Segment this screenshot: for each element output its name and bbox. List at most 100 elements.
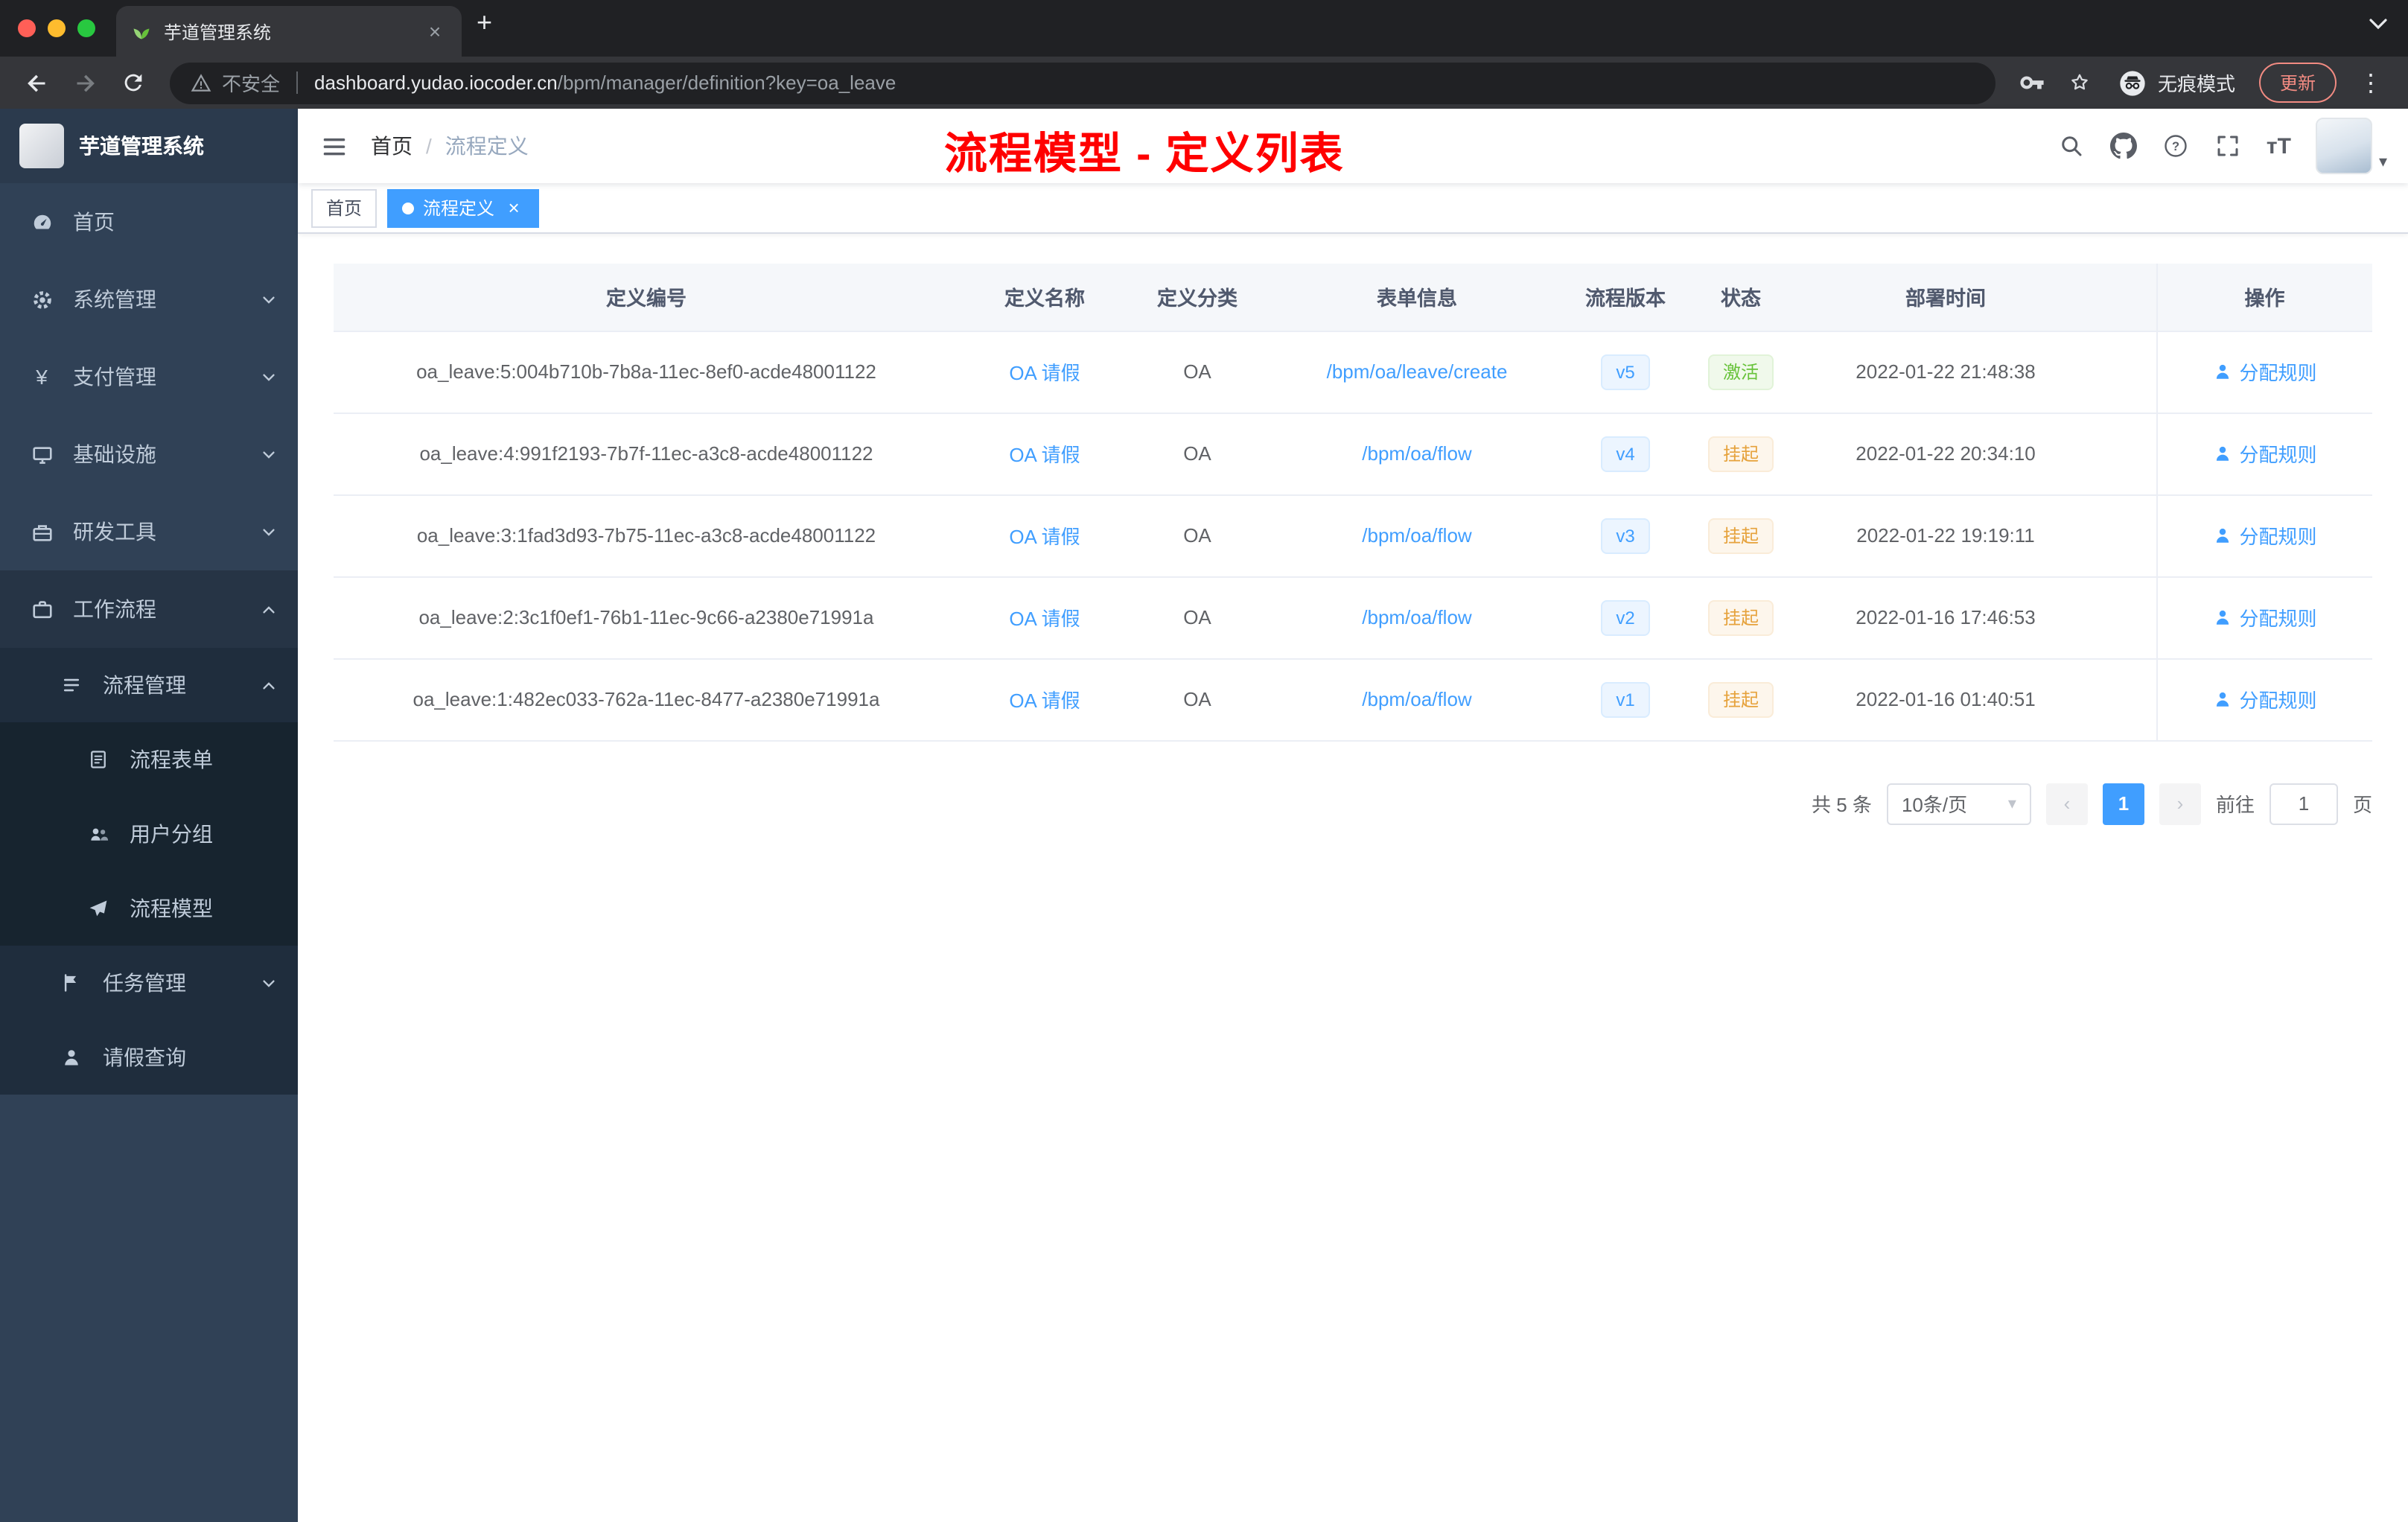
version-badge: v3 [1601,518,1650,553]
definition-id: oa_leave:1:482ec033-762a-11ec-8477-a2380… [413,688,880,710]
form-icon [86,748,110,771]
security-chip[interactable]: 不安全 [222,69,280,97]
font-size-icon[interactable]: тT [2267,133,2291,159]
key-icon [2021,76,2045,89]
search-icon[interactable] [2058,133,2085,159]
window-minimize-button[interactable] [48,19,66,37]
assign-rule-link[interactable]: 分配规则 [2212,685,2317,713]
sidebar-item-process-form[interactable]: 流程表单 [0,722,298,797]
user-avatar[interactable]: ▾ [2316,118,2387,174]
bookmark-star-button[interactable] [2058,62,2103,104]
user-icon [2216,692,2229,707]
active-dot [402,202,415,214]
column-header: 定义分类 [1130,264,1264,331]
user-icon [2216,528,2229,543]
column-header: 定义名称 [959,264,1130,331]
user-icon [2216,610,2229,625]
assign-rule-link[interactable]: 分配规则 [2212,357,2317,386]
form-link[interactable]: /bpm/oa/flow [1362,688,1471,710]
sidebar-item-leave-query[interactable]: 请假查询 [0,1020,298,1095]
assign-rule-link[interactable]: 分配规则 [2212,603,2317,631]
prev-page-button[interactable]: ‹ [2045,783,2088,824]
assign-rule-link[interactable]: 分配规则 [2212,439,2317,468]
sidebar-item-task-management[interactable]: 任务管理 [0,946,298,1020]
dashboard-icon [30,210,54,234]
window-zoom-button[interactable] [77,19,95,37]
forward-button[interactable] [63,62,107,104]
logo-avatar [19,124,64,168]
tags-view-bar: 首页 流程定义 × [298,183,2408,234]
flag-icon [60,971,83,995]
definition-name-link[interactable]: OA 请假 [1009,608,1080,630]
browser-menu-button[interactable]: ⋮ [2348,62,2393,104]
github-icon[interactable] [2109,133,2137,159]
tab-title: 芋道管理系统 [164,22,272,42]
chevron-up-icon [261,601,277,617]
incognito-icon [2120,70,2145,95]
definition-category: OA [1183,442,1211,465]
chevron-down-icon: ▾ [2378,153,2387,171]
favicon-icon [133,28,150,39]
hamburger-icon[interactable] [298,132,371,160]
form-link[interactable]: /bpm/oa/flow [1362,606,1471,628]
sidebar-item-system[interactable]: 系统管理 [0,261,298,338]
table-row: oa_leave:3:1fad3d93-7b75-11ec-a3c8-acde4… [334,494,2372,577]
tag-home[interactable]: 首页 [311,188,378,227]
chrome-update-button[interactable]: 更新 [2258,63,2337,103]
form-link[interactable]: /bpm/oa/flow [1362,524,1471,547]
form-link[interactable]: /bpm/oa/flow [1362,442,1471,465]
tab-search-icon[interactable] [2369,18,2387,30]
version-badge: v5 [1601,354,1650,389]
table-row: oa_leave:1:482ec033-762a-11ec-8477-a2380… [334,658,2372,741]
back-button[interactable] [15,62,60,104]
sidebar-item-process-model[interactable]: 流程模型 [0,871,298,946]
svg-text:?: ? [2172,140,2179,153]
definition-name-link[interactable]: OA 请假 [1009,444,1080,466]
url-text: dashboard.yudao.iocoder.cn/bpm/manager/d… [314,71,896,94]
breadcrumb-home[interactable]: 首页 [371,131,413,161]
tag-process-definition[interactable]: 流程定义 × [387,188,540,227]
sidebar-item-dev-tools[interactable]: 研发工具 [0,493,298,570]
version-badge: v1 [1601,681,1650,717]
tab-close-icon[interactable]: × [423,19,447,43]
window-close-button[interactable] [18,19,36,37]
assign-rule-link[interactable]: 分配规则 [2212,521,2317,550]
main-area: 首页 / 流程定义 流程模型 - 定义列表 ? тT ▾ 首页 流程定义 × 定… [298,109,2408,1522]
back-arrow-icon [28,74,45,92]
help-icon[interactable]: ? [2162,133,2189,159]
password-key-button[interactable] [2010,62,2055,104]
definition-id: oa_leave:5:004b710b-7b8a-11ec-8ef0-acde4… [416,360,876,383]
url-path: /bpm/manager/definition?key=oa_leave [557,71,896,94]
sidebar-item-workflow[interactable]: 工作流程 [0,570,298,648]
definition-name-link[interactable]: OA 请假 [1009,362,1080,384]
user-icon [2216,446,2229,461]
page-1-button[interactable]: 1 [2102,783,2144,824]
sidebar-item-payment[interactable]: ¥ 支付管理 [0,338,298,415]
page-size-select[interactable]: 10条/页 ▾ [1886,783,2031,824]
address-bar[interactable]: 不安全 dashboard.yudao.iocoder.cn/bpm/manag… [170,62,1995,104]
definition-name-link[interactable]: OA 请假 [1009,526,1080,548]
total-count: 共 5 条 [1812,794,1872,816]
goto-page-input[interactable] [2269,783,2338,824]
reload-button[interactable] [110,62,155,104]
tag-close-icon[interactable]: × [503,197,524,218]
sidebar-item-process-management[interactable]: 流程管理 [0,648,298,722]
chevron-down-icon [261,369,277,385]
definition-id: oa_leave:4:991f2193-7b7f-11ec-a3c8-acde4… [419,442,873,465]
definition-name-link[interactable]: OA 请假 [1009,690,1080,712]
sidebar-item-user-group[interactable]: 用户分组 [0,797,298,871]
divider [296,71,299,94]
version-badge: v4 [1601,436,1650,471]
window-controls [0,19,116,57]
new-tab-button[interactable]: + [462,7,510,50]
sidebar-item-infrastructure[interactable]: 基础设施 [0,415,298,493]
browser-tab[interactable]: 芋道管理系统 × [116,6,462,57]
form-link[interactable]: /bpm/oa/leave/create [1327,360,1508,383]
fullscreen-icon[interactable] [2214,133,2241,159]
table-row: oa_leave:2:3c1f0ef1-76b1-11ec-9c66-a2380… [334,576,2372,659]
table-row: oa_leave:4:991f2193-7b7f-11ec-a3c8-acde4… [334,413,2372,495]
chevron-down-icon [261,975,277,991]
status-badge: 激活 [1707,354,1774,389]
sidebar-item-home[interactable]: 首页 [0,183,298,261]
next-page-button[interactable]: › [2159,783,2201,824]
